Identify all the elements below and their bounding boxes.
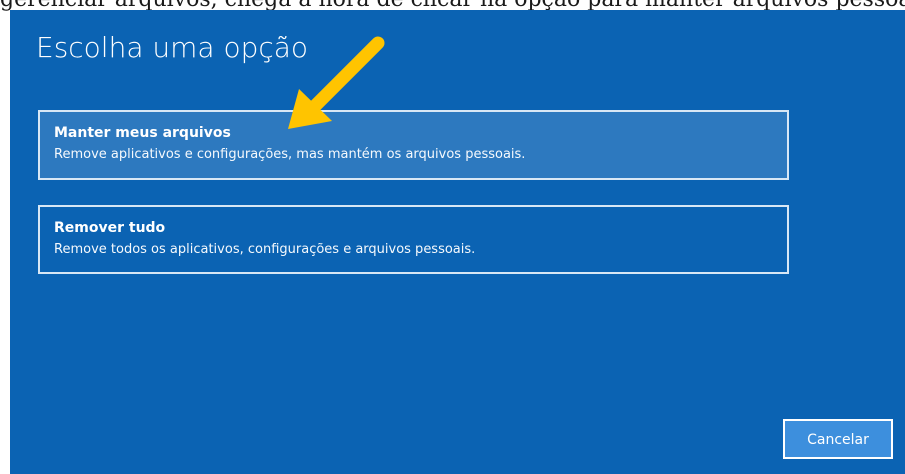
screenshot-canvas: gerenciar arquivos, chega a hora de clic…: [0, 0, 905, 474]
reset-options-dialog: Escolha uma opção Manter meus arquivos R…: [10, 10, 905, 474]
remove-everything-title: Remover tudo: [54, 220, 166, 236]
remove-everything-option[interactable]: Remover tudo Remove todos os aplicativos…: [38, 205, 789, 274]
cancel-button[interactable]: Cancelar: [783, 419, 893, 459]
arrow-pointer-shaft: [306, 36, 385, 115]
keep-my-files-option[interactable]: Manter meus arquivos Remove aplicativos …: [38, 110, 789, 180]
keep-my-files-title: Manter meus arquivos: [54, 125, 231, 141]
remove-everything-description: Remove todos os aplicativos, configuraçõ…: [54, 242, 476, 257]
keep-my-files-description: Remove aplicativos e configurações, mas …: [54, 147, 526, 162]
arrow-pointer-icon: [288, 36, 385, 129]
page-title: Escolha uma opção: [36, 31, 309, 64]
